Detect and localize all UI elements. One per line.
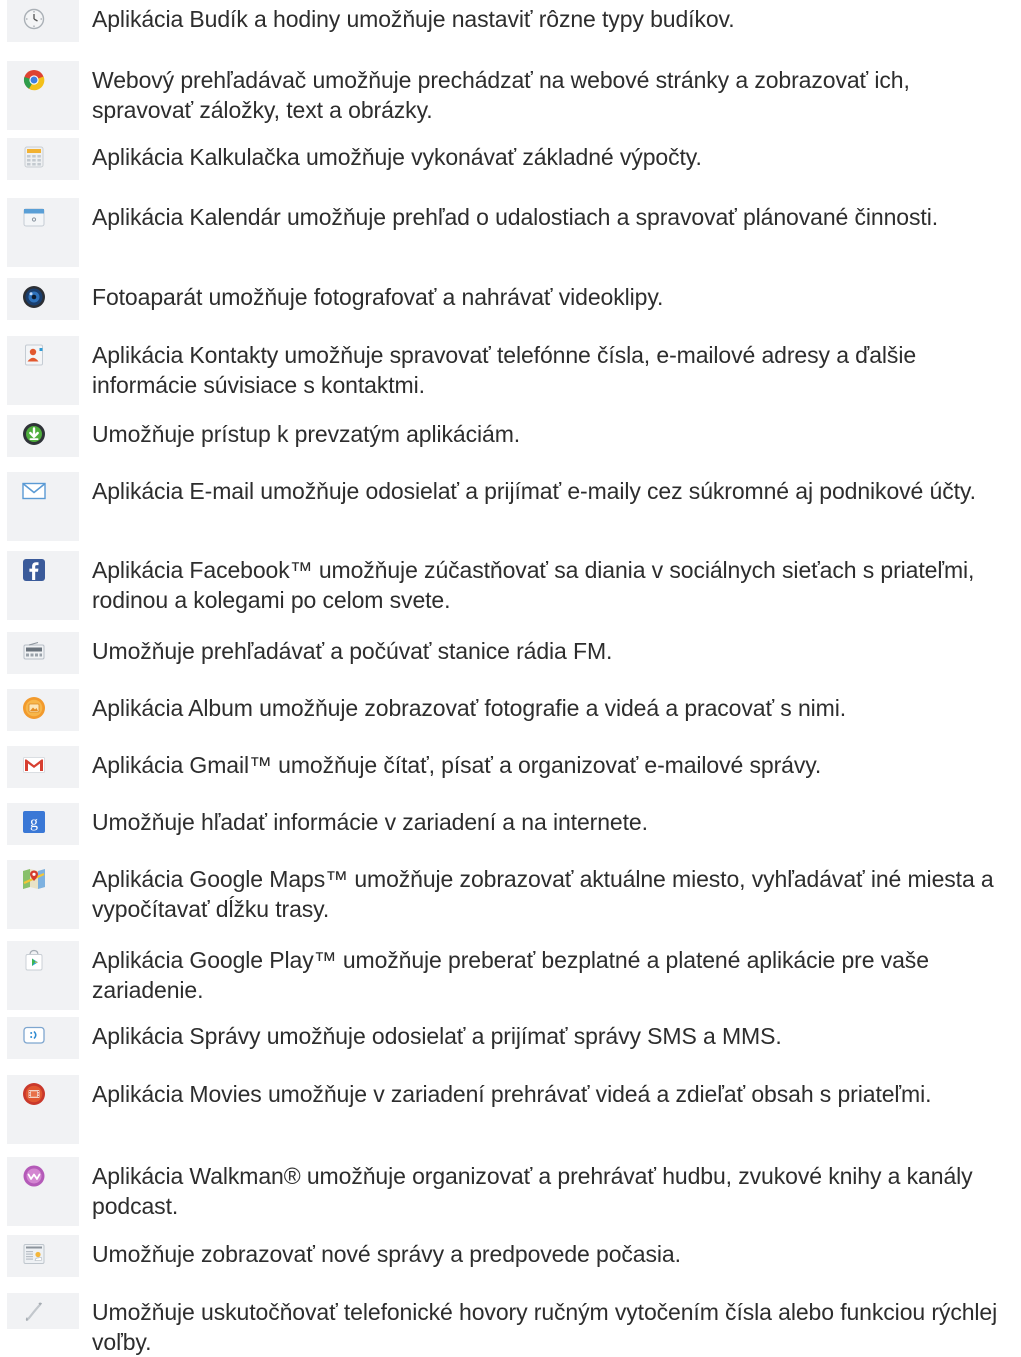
icon-cell <box>7 61 79 130</box>
list-item: Umožňuje zobrazovať nové správy a predpo… <box>0 1235 1021 1277</box>
icon-cell <box>7 472 79 541</box>
list-item: Aplikácia Kalkulačka umožňuje vykonávať … <box>0 138 1021 180</box>
list-item: g Umožňuje hľadať informácie v zariadení … <box>0 803 1021 845</box>
item-description: Aplikácia Gmail™ umožňuje čítať, písať a… <box>92 752 822 778</box>
list-item: Fotoaparát umožňuje fotografovať a nahrá… <box>0 278 1021 320</box>
movies-icon <box>22 1082 46 1106</box>
list-item: Aplikácia Movies umožňuje v zariadení pr… <box>0 1075 1021 1144</box>
item-description: Aplikácia Walkman® umožňuje organizovať … <box>92 1163 973 1219</box>
icon-cell <box>7 1075 79 1144</box>
news-weather-icon <box>22 1242 46 1266</box>
list-item: Aplikácia Google Maps™ umožňuje zobrazov… <box>0 860 1021 929</box>
list-item: Aplikácia Google Play™ umožňuje preberať… <box>0 941 1021 1010</box>
list-item: Aplikácia Gmail™ umožňuje čítať, písať a… <box>0 746 1021 788</box>
item-description: Aplikácia Správy umožňuje odosielať a pr… <box>92 1023 782 1049</box>
contacts-icon <box>22 343 46 367</box>
email-icon <box>22 479 46 503</box>
icon-cell <box>7 1157 79 1226</box>
walkman-icon <box>22 1164 46 1188</box>
icon-cell <box>7 278 79 320</box>
icon-cell <box>7 551 79 620</box>
google-maps-icon <box>22 867 46 891</box>
item-description: Aplikácia E-mail umožňuje odosielať a pr… <box>92 478 976 504</box>
fm-radio-icon <box>22 639 46 663</box>
icon-cell <box>7 632 79 674</box>
google-search-icon: g <box>22 810 46 834</box>
icon-cell <box>7 0 79 42</box>
messaging-icon <box>22 1024 46 1048</box>
web-browser-icon <box>22 68 46 92</box>
item-description: Umožňuje hľadať informácie v zariadení a… <box>92 809 648 835</box>
alarm-clock-icon <box>22 7 46 31</box>
icon-cell <box>7 198 79 267</box>
phone-icon <box>22 1300 46 1324</box>
item-description: Umožňuje prístup k prevzatým aplikáciám. <box>92 421 521 447</box>
item-description: Aplikácia Kalendár umožňuje prehľad o ud… <box>92 204 938 230</box>
item-description: Aplikácia Album umožňuje zobrazovať foto… <box>92 695 847 721</box>
icon-cell <box>7 746 79 788</box>
icon-cell <box>7 1017 79 1059</box>
item-description: Umožňuje zobrazovať nové správy a predpo… <box>92 1241 681 1267</box>
item-description: Aplikácia Google Play™ umožňuje preberať… <box>92 947 929 1003</box>
icon-cell <box>7 336 79 405</box>
item-description: Aplikácia Google Maps™ umožňuje zobrazov… <box>92 866 994 922</box>
downloads-icon <box>22 422 46 446</box>
svg-text:g: g <box>30 814 38 831</box>
list-item: Aplikácia Walkman® umožňuje organizovať … <box>0 1157 1021 1226</box>
facebook-icon <box>22 558 46 582</box>
icon-cell <box>7 1235 79 1277</box>
icon-cell <box>7 860 79 929</box>
icon-cell: g <box>7 803 79 845</box>
item-description: Aplikácia Movies umožňuje v zariadení pr… <box>92 1081 932 1107</box>
item-description: Umožňuje prehľadávať a počúvať stanice r… <box>92 638 613 664</box>
gmail-icon <box>22 753 46 777</box>
google-play-icon <box>22 948 46 972</box>
list-item: Aplikácia Facebook™ umožňuje zúčastňovať… <box>0 551 1021 620</box>
list-item: Umožňuje prístup k prevzatým aplikáciám. <box>0 415 1021 457</box>
camera-icon <box>22 285 46 309</box>
list-item: Aplikácia Kalendár umožňuje prehľad o ud… <box>0 198 1021 267</box>
list-item: Aplikácia Budík a hodiny umožňuje nastav… <box>0 0 1021 42</box>
album-icon <box>22 696 46 720</box>
calendar-icon <box>22 205 46 229</box>
icon-cell <box>7 138 79 180</box>
item-description: Aplikácia Budík a hodiny umožňuje nastav… <box>92 6 735 32</box>
item-description: Aplikácia Facebook™ umožňuje zúčastňovať… <box>92 557 975 613</box>
icon-cell <box>7 941 79 1010</box>
item-description: Fotoaparát umožňuje fotografovať a nahrá… <box>92 284 664 310</box>
item-description: Webový prehľadávač umožňuje prechádzať n… <box>92 67 910 123</box>
list-item: Webový prehľadávač umožňuje prechádzať n… <box>0 61 1021 130</box>
list-item: Aplikácia Kontakty umožňuje spravovať te… <box>0 336 1021 405</box>
item-description: Umožňuje uskutočňovať telefonické hovory… <box>92 1299 998 1355</box>
list-item: Aplikácia E-mail umožňuje odosielať a pr… <box>0 472 1021 541</box>
item-description: Aplikácia Kalkulačka umožňuje vykonávať … <box>92 144 702 170</box>
list-item: Umožňuje prehľadávať a počúvať stanice r… <box>0 632 1021 674</box>
calculator-icon <box>22 145 46 169</box>
icon-cell <box>7 415 79 457</box>
list-item: Aplikácia Správy umožňuje odosielať a pr… <box>0 1017 1021 1059</box>
list-item: Umožňuje uskutočňovať telefonické hovory… <box>0 1293 1021 1355</box>
icon-cell <box>7 1293 79 1329</box>
icon-cell <box>7 689 79 731</box>
item-description: Aplikácia Kontakty umožňuje spravovať te… <box>92 342 917 398</box>
list-item: Aplikácia Album umožňuje zobrazovať foto… <box>0 689 1021 731</box>
